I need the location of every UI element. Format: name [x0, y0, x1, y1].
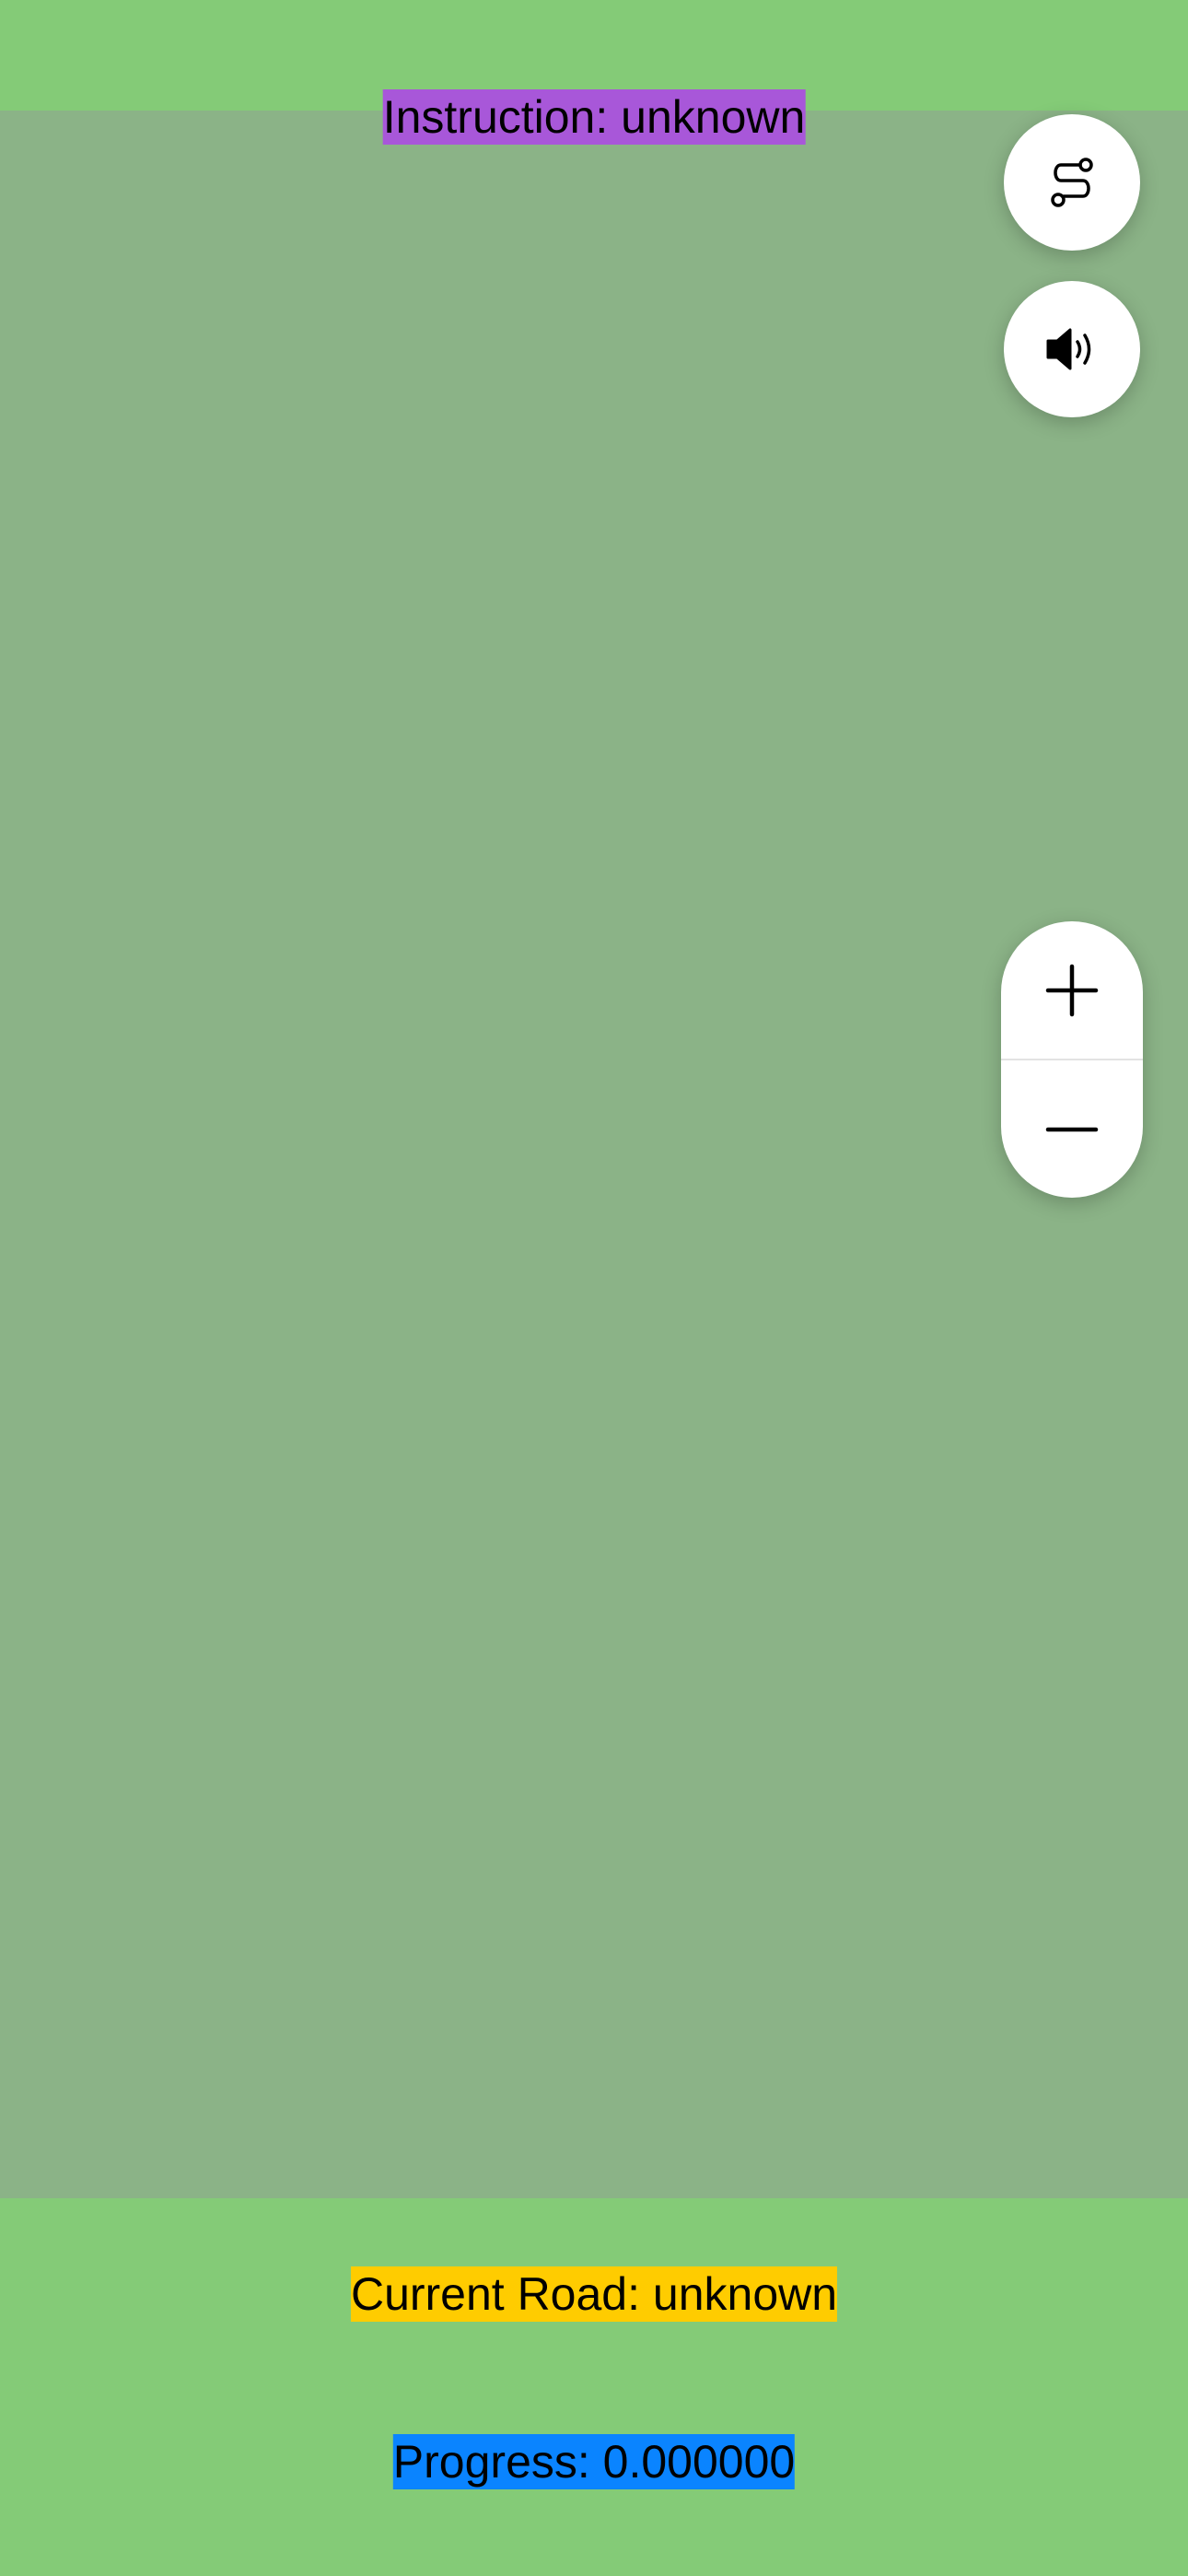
mute-button[interactable]	[1004, 281, 1140, 417]
plus-icon	[1045, 964, 1099, 1017]
minus-icon	[1045, 1125, 1099, 1134]
progress-label: Progress: 0.000000	[392, 2434, 796, 2489]
instruction-label: Instruction: unknown	[382, 89, 806, 145]
zoom-out-button[interactable]	[1001, 1060, 1143, 1198]
zoom-control	[1001, 921, 1143, 1198]
route-icon	[1046, 155, 1098, 210]
navigation-screen: Instruction: unknown Current Road: unkno…	[0, 0, 1188, 2576]
speaker-icon	[1044, 326, 1100, 372]
route-overview-button[interactable]	[1004, 114, 1140, 251]
zoom-in-button[interactable]	[1001, 921, 1143, 1059]
current-road-label: Current Road: unknown	[350, 2266, 838, 2322]
